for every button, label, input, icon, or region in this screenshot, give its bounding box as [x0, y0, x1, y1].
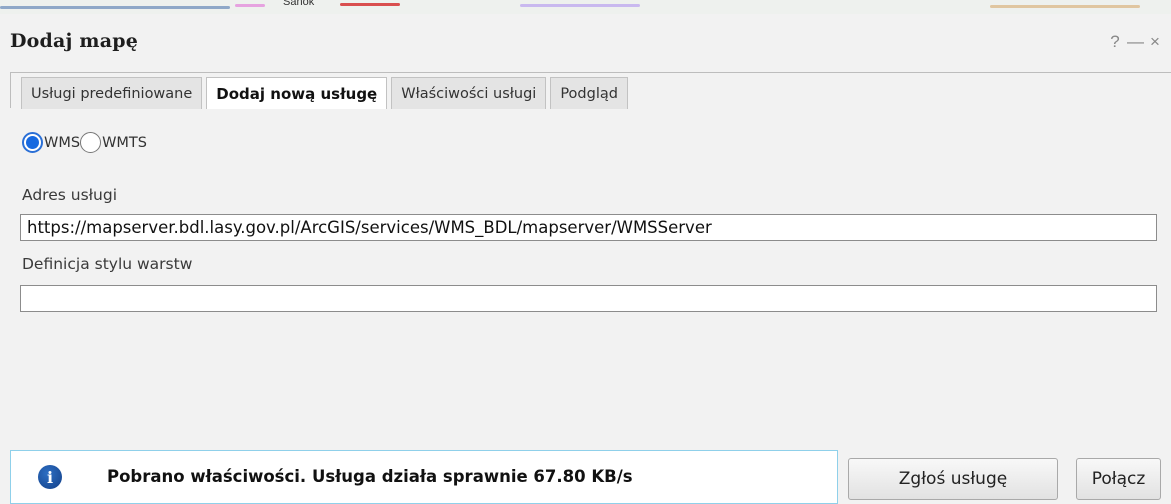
radio-wmts-label[interactable]: WMTS [102, 135, 147, 151]
close-icon[interactable]: × [1147, 32, 1163, 52]
add-map-dialog: Dodaj mapę ? — × Usługi predefiniowane D… [0, 14, 1171, 504]
map-road [340, 3, 400, 6]
radio-wmts[interactable] [80, 132, 102, 153]
map-city-label: Sanok [283, 0, 315, 8]
status-message: Pobrano właściwości. Usługa działa spraw… [107, 467, 633, 486]
map-road [235, 4, 265, 7]
map-background: Sanok [0, 0, 1171, 14]
help-icon[interactable]: ? [1107, 32, 1123, 52]
dialog-title: Dodaj mapę [10, 30, 139, 52]
minimize-icon[interactable]: — [1127, 32, 1144, 52]
radio-wms[interactable] [22, 132, 43, 153]
dialog-titlebar[interactable]: Dodaj mapę ? — × [0, 14, 1171, 58]
map-road [990, 5, 1140, 8]
style-definition-input[interactable] [20, 285, 1157, 312]
address-label: Adres usługi [22, 186, 118, 204]
report-service-button[interactable]: Zgłoś usługę [848, 458, 1058, 500]
tab-add-new-service[interactable]: Dodaj nową usługę [206, 77, 388, 109]
status-bar: i Pobrano właściwości. Usługa działa spr… [10, 450, 838, 504]
tab-service-properties[interactable]: Właściwości usługi [391, 77, 547, 109]
style-definition-label: Definicja stylu warstw [22, 255, 193, 273]
window-controls: ? — × [1107, 32, 1163, 52]
tab-preview[interactable]: Podgląd [550, 77, 628, 109]
map-road [0, 6, 230, 9]
tab-predefined-services[interactable]: Usługi predefiniowane [21, 77, 203, 109]
info-icon: i [38, 465, 62, 489]
map-road [520, 4, 640, 7]
service-address-input[interactable]: https://mapserver.bdl.lasy.gov.pl/ArcGIS… [20, 214, 1157, 241]
tabs: Usługi predefiniowane Dodaj nową usługę … [21, 77, 628, 109]
connect-button[interactable]: Połącz [1076, 458, 1161, 500]
tab-bar: Usługi predefiniowane Dodaj nową usługę … [10, 72, 1171, 109]
radio-wms-label[interactable]: WMS [44, 135, 80, 151]
service-type-radio-group: WMS WMTS [22, 132, 147, 153]
tab-content: WMS WMTS Adres usługi https://mapserver.… [0, 108, 1171, 504]
